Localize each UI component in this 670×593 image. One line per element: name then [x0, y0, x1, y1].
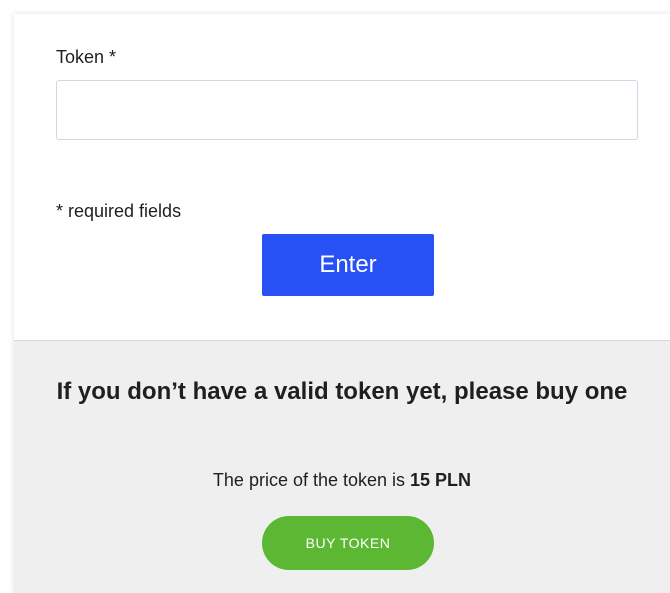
- price-amount: 15 PLN: [410, 470, 472, 490]
- buy-token-section: If you don’t have a valid token yet, ple…: [14, 341, 670, 593]
- enter-button[interactable]: Enter: [262, 234, 434, 296]
- buy-heading: If you don’t have a valid token yet, ple…: [56, 378, 628, 405]
- buy-token-button[interactable]: BUY TOKEN: [262, 516, 434, 570]
- token-input[interactable]: [56, 80, 638, 140]
- token-form: Token * * required fields Enter: [14, 14, 670, 340]
- page: Token * * required fields Enter If you d…: [0, 0, 670, 593]
- price-text: The price of the token is 15 PLN: [54, 469, 630, 491]
- required-fields-note: * required fields: [56, 201, 182, 221]
- price-prefix: The price of the token is: [212, 470, 411, 490]
- token-label: Token *: [56, 47, 117, 67]
- token-card: Token * * required fields Enter If you d…: [14, 14, 670, 593]
